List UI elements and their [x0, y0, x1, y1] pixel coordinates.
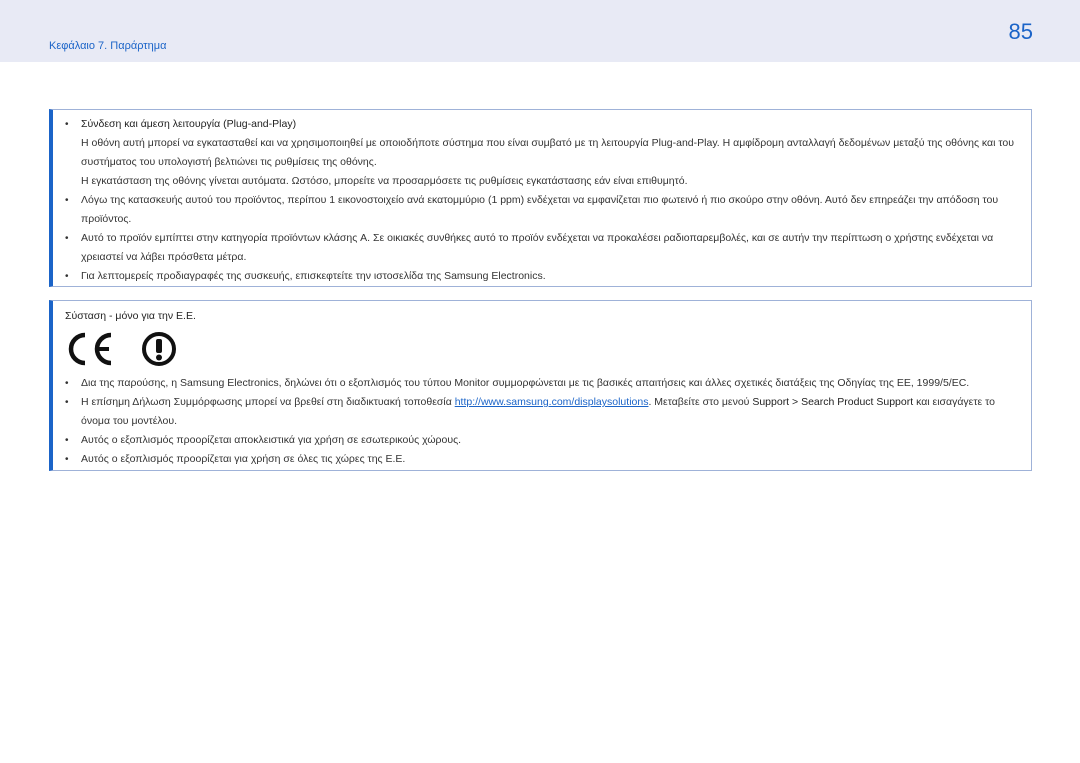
paragraph: Λόγω της κατασκευής αυτού του προϊόντος,…: [81, 194, 999, 225]
certification-marks: [65, 331, 195, 367]
info-list: • Σύνδεση και άμεση λειτουργία (Plug-and…: [65, 115, 1023, 286]
list-item: • Σύνδεση και άμεση λειτουργία (Plug-and…: [65, 115, 1023, 191]
ce-mark-icon: [68, 332, 112, 366]
paragraph: Αυτός ο εξοπλισμός προορίζεται αποκλειστ…: [81, 434, 462, 446]
website-link[interactable]: http://www.samsung.com/displaysolutions: [455, 396, 649, 408]
list-item: • Λόγω της κατασκευής αυτού του προϊόντο…: [65, 191, 1023, 229]
paragraph: Αυτό το προϊόν εμπίπτει στην κατηγορία π…: [81, 232, 994, 263]
chevron-right-icon: >: [789, 396, 802, 408]
paragraph: Αυτός ο εξοπλισμός προορίζεται για χρήση…: [81, 453, 406, 465]
bullet: •: [65, 435, 69, 446]
bullet: •: [65, 454, 69, 465]
list-item: • Αυτό το προϊόν εμπίπτει στην κατηγορία…: [65, 229, 1023, 267]
list-item: • Η επίσημη Δήλωση Συμμόρφωσης μπορεί να…: [65, 393, 1023, 431]
paragraph: Η οθόνη αυτή μπορεί να εγκατασταθεί και …: [81, 137, 1014, 168]
item-title: Σύνδεση και άμεση λειτουργία (Plug-and-P…: [81, 118, 297, 130]
bullet: •: [65, 119, 69, 130]
paragraph: Η εγκατάσταση της οθόνης γίνεται αυτόματ…: [81, 175, 688, 187]
paragraph: Η επίσημη Δήλωση Συμμόρφωσης μπορεί να β…: [81, 393, 1023, 431]
bullet: •: [65, 233, 69, 244]
alert-class2-icon: [142, 332, 176, 366]
list-item: • Για λεπτομερείς προδιαγραφές της συσκε…: [65, 267, 1023, 286]
list-item: • Αυτός ο εξοπλισμός προορίζεται αποκλει…: [65, 431, 1023, 450]
bullet: •: [65, 195, 69, 206]
chapter-title: Κεφάλαιο 7. Παράρτημα: [49, 40, 167, 52]
page-number: 85: [1008, 19, 1033, 44]
bullet: •: [65, 397, 69, 408]
bullet: •: [65, 378, 69, 389]
bullet: •: [65, 271, 69, 282]
paragraph: Για λεπτομερείς προδιαγραφές της συσκευή…: [81, 270, 546, 282]
info-box-plug-and-play: • Σύνδεση και άμεση λειτουργία (Plug-and…: [49, 109, 1032, 287]
list-item: • Αυτός ο εξοπλισμός προορίζεται για χρή…: [65, 450, 1023, 469]
list-item: • Δια της παρούσης, η Samsung Electronic…: [65, 374, 1023, 393]
menu-name-search-product-support: Search Product Support: [801, 396, 914, 408]
info-list: • Δια της παρούσης, η Samsung Electronic…: [65, 374, 1023, 469]
section-title: Σύσταση - μόνο για την Ε.Ε.: [65, 310, 196, 322]
paragraph: Δια της παρούσης, η Samsung Electronics,…: [81, 377, 970, 389]
menu-name-support: Support: [752, 396, 790, 408]
text: . Μεταβείτε στο μενού: [648, 396, 753, 408]
page-header: Κεφάλαιο 7. Παράρτημα 85: [0, 0, 1080, 62]
text: Η επίσημη Δήλωση Συμμόρφωσης μπορεί να β…: [81, 396, 455, 408]
info-box-eu-recommendation: Σύσταση - μόνο για την Ε.Ε. • Δια της πα…: [49, 300, 1032, 471]
